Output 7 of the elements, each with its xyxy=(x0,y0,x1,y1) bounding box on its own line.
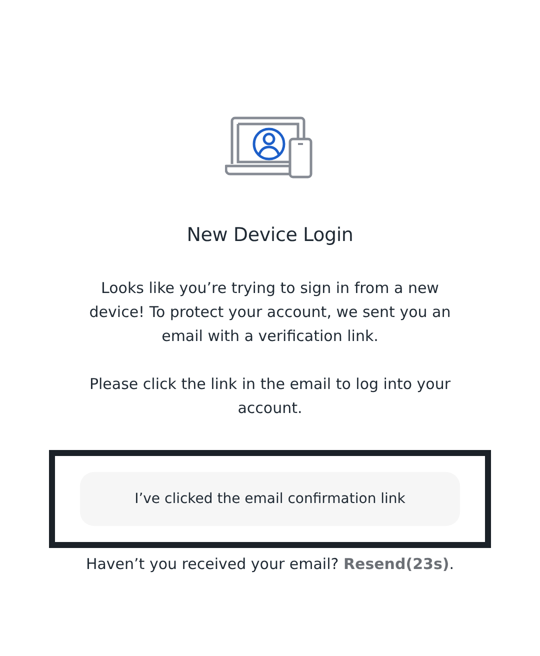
resend-text: Haven’t you received your email? Resend(23s). xyxy=(86,555,454,573)
page-title: New Device Login xyxy=(186,224,354,246)
devices-icon xyxy=(225,116,315,180)
message-text: Looks like you’re trying to sign in from a new device! To protect your account, we sent you an email with a verification link. xyxy=(88,278,452,347)
message-text: Please click the link in the email to log into your account. xyxy=(88,374,452,419)
confirm-button[interactable]: I’ve clicked the email confirmation link xyxy=(80,472,460,526)
resend-link[interactable]: Resend(23s) xyxy=(343,555,450,573)
